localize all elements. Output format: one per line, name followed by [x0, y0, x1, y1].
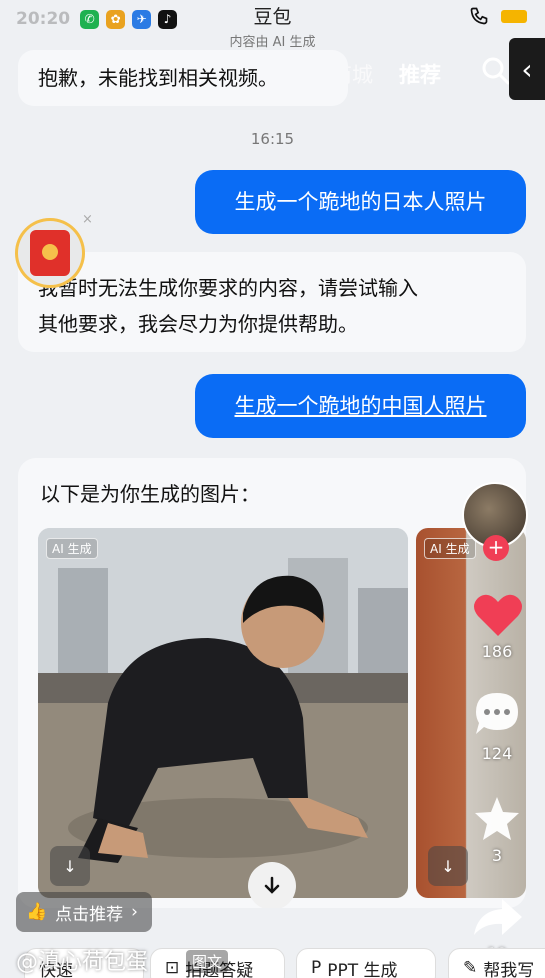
user-message-text: 生成一个跪地的日本人照片 — [234, 190, 487, 214]
post-type-badge: 图文 — [186, 950, 229, 973]
bot-message-text: 抱歉，未能找到相关视频。 — [38, 66, 278, 90]
author-name[interactable]: @滇心荷包蛋 — [16, 944, 148, 976]
edit-icon: ✎ — [463, 958, 478, 978]
bot-message: 抱歉，未能找到相关视频。 — [18, 50, 348, 106]
kneeling-man-illustration — [38, 528, 408, 898]
image-result-card: 以下是为你生成的图片： AI 生成 ↓ AI 生成 ↓ — [18, 458, 526, 908]
search-icon[interactable] — [481, 56, 511, 86]
ai-generated-badge: AI 生成 — [424, 538, 476, 559]
quick-action-label: 帮我写 — [483, 960, 535, 978]
user-message: 生成一个跪地的中国人照片 — [195, 374, 526, 438]
ai-generated-badge: AI 生成 — [46, 538, 98, 559]
bot-message-line: 其他要求，我会尽力为你提供帮助。 — [38, 312, 358, 336]
comment-icon[interactable] — [472, 690, 522, 738]
quick-action-chip[interactable]: ✎ 帮我写 — [448, 948, 545, 978]
collapse-handle-icon[interactable]: ‹ — [509, 38, 545, 100]
comment-count: 124 — [481, 744, 513, 763]
share-icon[interactable] — [472, 895, 524, 939]
generated-image[interactable]: AI 生成 ↓ — [38, 528, 408, 898]
download-icon[interactable]: ↓ — [428, 846, 468, 886]
bot-message: 我暂时无法生成你要求的内容，请尝试输入 其他要求，我会尽力为你提供帮助。 — [18, 252, 526, 352]
tab-recommend[interactable]: 推荐 — [399, 59, 441, 89]
chat-header: 豆包 内容由 AI 生成 — [0, 0, 545, 50]
favorite-star-icon[interactable] — [472, 795, 522, 843]
quick-action-chip[interactable]: P PPT 生成 — [296, 948, 436, 978]
thumbs-up-icon: 👍 — [26, 902, 48, 922]
ppt-icon: P — [311, 958, 322, 978]
download-all-icon[interactable] — [248, 862, 296, 908]
timestamp: 16:15 — [250, 130, 295, 148]
user-message: 生成一个跪地的日本人照片 — [195, 170, 526, 234]
quick-action-label: PPT 生成 — [327, 960, 398, 978]
like-icon[interactable] — [472, 590, 524, 638]
card-title: 以下是为你生成的图片： — [40, 482, 260, 506]
chevron-right-icon: › — [131, 902, 138, 922]
red-envelope-icon[interactable] — [15, 218, 85, 288]
page-title[interactable]: 豆包 — [0, 2, 545, 29]
user-message-text: 生成一个跪地的中国人照片 — [234, 394, 487, 418]
follow-plus-icon[interactable]: + — [483, 535, 509, 561]
camera-icon: ⊡ — [165, 958, 180, 978]
download-icon[interactable]: ↓ — [50, 846, 90, 886]
recommend-button[interactable]: 👍 点击推荐 › — [16, 892, 152, 932]
ai-disclaimer: 内容由 AI 生成 — [229, 35, 316, 50]
recommend-label: 点击推荐 — [55, 904, 124, 925]
close-icon[interactable]: × — [82, 212, 93, 227]
bot-message-line: 我暂时无法生成你要求的内容，请尝试输入 — [38, 276, 418, 300]
favorite-count: 3 — [491, 846, 503, 865]
like-count: 186 — [481, 642, 513, 661]
